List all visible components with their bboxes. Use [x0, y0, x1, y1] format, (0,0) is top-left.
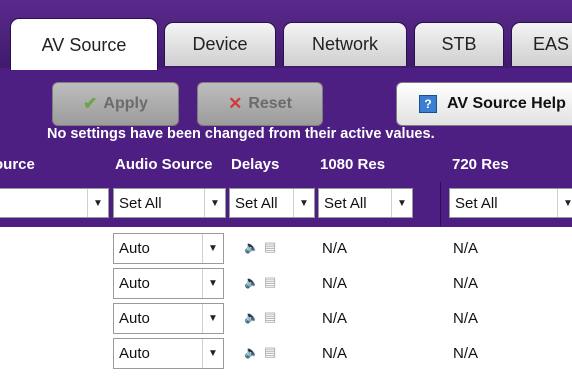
select-value: Set All	[235, 194, 278, 212]
tab-network[interactable]: Network	[283, 22, 407, 66]
res-1080-value: N/A	[322, 275, 348, 292]
select-value: Auto	[119, 275, 150, 292]
speaker-icon[interactable]: 🔈	[244, 240, 259, 254]
column-header-720-res: 720 Res	[452, 156, 509, 173]
status-message: No settings have been changed from their…	[47, 126, 435, 142]
tab-device[interactable]: Device	[164, 22, 276, 66]
audio-source-select[interactable]: Auto ▼	[113, 233, 224, 264]
tab-label: EAS	[533, 34, 570, 54]
select-value: Auto	[119, 310, 150, 327]
checkmark-icon: ✔	[83, 94, 98, 113]
tab-stb[interactable]: STB	[414, 22, 504, 66]
column-header-source: Source	[0, 156, 35, 173]
chevron-down-icon: ▼	[202, 269, 223, 298]
table-row: Auto ▼ 🔈 ▤ N/A N/A	[0, 337, 572, 372]
chevron-down-icon: ▼	[202, 339, 223, 368]
film-icon[interactable]: ▤	[264, 274, 276, 290]
tab-label: Network	[311, 34, 378, 54]
chevron-down-icon: ▼	[202, 234, 223, 263]
help-button-label: AV Source Help	[447, 95, 566, 112]
apply-button-label: Apply	[103, 95, 148, 112]
chevron-down-icon: ▼	[87, 189, 108, 217]
tab-label: Device	[192, 34, 248, 54]
res-1080-value: N/A	[322, 310, 348, 327]
tab-label: STB	[441, 34, 477, 54]
help-button[interactable]: ? AV Source Help	[396, 82, 572, 126]
chevron-down-icon: ▼	[202, 304, 223, 333]
table-row: Auto ▼ 🔈 ▤ N/A N/A	[0, 302, 572, 337]
res-720-value: N/A	[453, 345, 479, 362]
column-header-1080-res: 1080 Res	[320, 156, 386, 173]
column-header-audio-source: Audio Source	[115, 156, 213, 173]
apply-button[interactable]: ✔ Apply	[52, 82, 179, 126]
res-720-value: N/A	[453, 275, 479, 292]
chevron-down-icon: ▼	[204, 189, 225, 217]
speaker-icon[interactable]: 🔈	[244, 310, 259, 324]
film-icon[interactable]: ▤	[264, 239, 276, 255]
table-row: Auto ▼ 🔈 ▤ N/A N/A	[0, 267, 572, 302]
close-icon: ✕	[228, 94, 243, 113]
chevron-down-icon: ▼	[557, 189, 572, 217]
reset-button-label: Reset	[248, 95, 292, 112]
tab-bar: AV Source Device Network STB EAS	[0, 0, 572, 70]
audio-source-set-all-select[interactable]: Set All ▼	[113, 188, 226, 218]
res-1080-set-all-select[interactable]: Set All ▼	[318, 188, 413, 218]
res-720-set-all-select[interactable]: Set All ▼	[449, 188, 572, 218]
select-value: Set All	[119, 194, 162, 212]
chevron-down-icon: ▼	[293, 189, 314, 217]
tab-eas[interactable]: EAS	[511, 22, 572, 66]
film-icon[interactable]: ▤	[264, 344, 276, 360]
res-1080-value: N/A	[322, 345, 348, 362]
column-divider	[440, 182, 441, 226]
source-set-all-select[interactable]: ▼	[0, 188, 109, 218]
audio-source-select[interactable]: Auto ▼	[113, 303, 224, 334]
tab-label: AV Source	[41, 35, 127, 55]
delays-set-all-select[interactable]: Set All ▼	[229, 188, 315, 218]
select-value: Auto	[119, 240, 150, 257]
tab-av-source[interactable]: AV Source	[10, 18, 158, 70]
chevron-down-icon: ▼	[391, 189, 412, 217]
reset-button[interactable]: ✕ Reset	[197, 82, 323, 126]
audio-source-select[interactable]: Auto ▼	[113, 338, 224, 369]
select-value: Set All	[324, 194, 367, 212]
speaker-icon[interactable]: 🔈	[244, 345, 259, 359]
res-720-value: N/A	[453, 240, 479, 257]
select-value: Auto	[119, 345, 150, 362]
audio-source-select[interactable]: Auto ▼	[113, 268, 224, 299]
res-1080-value: N/A	[322, 240, 348, 257]
film-icon[interactable]: ▤	[264, 309, 276, 325]
res-720-value: N/A	[453, 310, 479, 327]
table-row: Auto ▼ 🔈 ▤ N/A N/A	[0, 232, 572, 267]
help-icon: ?	[419, 95, 437, 113]
select-value: Set All	[455, 194, 498, 212]
speaker-icon[interactable]: 🔈	[244, 275, 259, 289]
column-header-delays: Delays	[231, 156, 280, 173]
